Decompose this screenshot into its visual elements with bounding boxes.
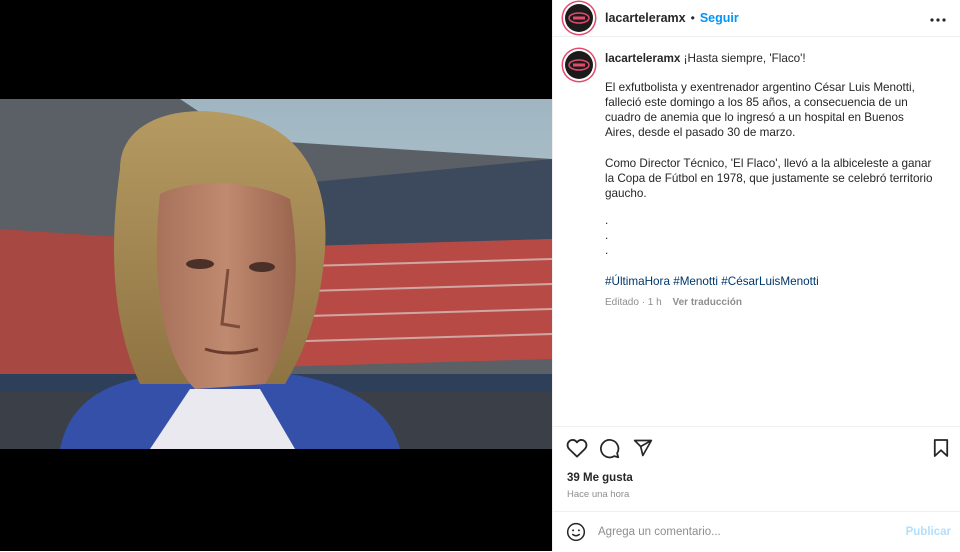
post-header: lacarteleramx • Seguir	[553, 0, 960, 37]
comment-input[interactable]	[596, 525, 890, 539]
brand-logo-icon	[568, 12, 590, 24]
likes-count[interactable]: 39 Me gusta	[567, 472, 633, 484]
translate-link[interactable]: Ver traducción	[673, 297, 742, 308]
brand-logo-icon	[568, 59, 590, 71]
heart-icon[interactable]	[566, 438, 588, 461]
caption-text: lacarteleramx ¡Hasta siempre, 'Flaco'! E…	[605, 51, 935, 310]
photo-illustration	[0, 99, 552, 449]
publish-button[interactable]: Publicar	[906, 526, 951, 538]
follow-button[interactable]: Seguir	[700, 11, 739, 25]
hashtags[interactable]: #ÚltimaHora #Menotti #CésarLuisMenotti	[605, 274, 935, 289]
post-panel: lacarteleramx • Seguir lacarteleramx ¡Ha…	[552, 0, 960, 551]
post-media[interactable]	[0, 0, 552, 551]
more-horizontal-icon[interactable]	[930, 11, 946, 25]
username[interactable]: lacarteleramx	[605, 11, 686, 25]
comment-bar: Publicar	[553, 511, 960, 552]
post-caption: lacarteleramx ¡Hasta siempre, 'Flaco'! E…	[553, 37, 960, 310]
caption-dot-1: .	[605, 214, 609, 227]
caption-username[interactable]: lacarteleramx	[605, 52, 680, 65]
post-photo	[0, 99, 552, 449]
caption-paragraph-1: El exfutbolista y exentrenador argentino…	[605, 81, 915, 139]
caption-paragraph-2: Como Director Técnico, 'El Flaco', llevó…	[605, 157, 933, 200]
avatar[interactable]	[565, 4, 593, 32]
caption-avatar[interactable]	[565, 51, 593, 79]
bookmark-icon[interactable]	[933, 438, 949, 461]
caption-dot-3: .	[605, 244, 609, 257]
post-timestamp[interactable]: Hace una hora	[567, 489, 629, 500]
caption-title: ¡Hasta siempre, 'Flaco'!	[683, 52, 806, 65]
emoji-icon[interactable]	[566, 522, 586, 542]
comment-icon[interactable]	[599, 438, 620, 462]
post-dialog: lacarteleramx • Seguir lacarteleramx ¡Ha…	[0, 0, 960, 551]
action-bar	[553, 426, 960, 467]
caption-meta: Editado · 1 h Ver traducción	[605, 295, 935, 310]
edited-label: Editado · 1 h	[605, 297, 662, 308]
paper-plane-icon[interactable]	[633, 438, 653, 461]
separator-dot: •	[690, 11, 695, 25]
caption-dot-2: .	[605, 229, 609, 242]
